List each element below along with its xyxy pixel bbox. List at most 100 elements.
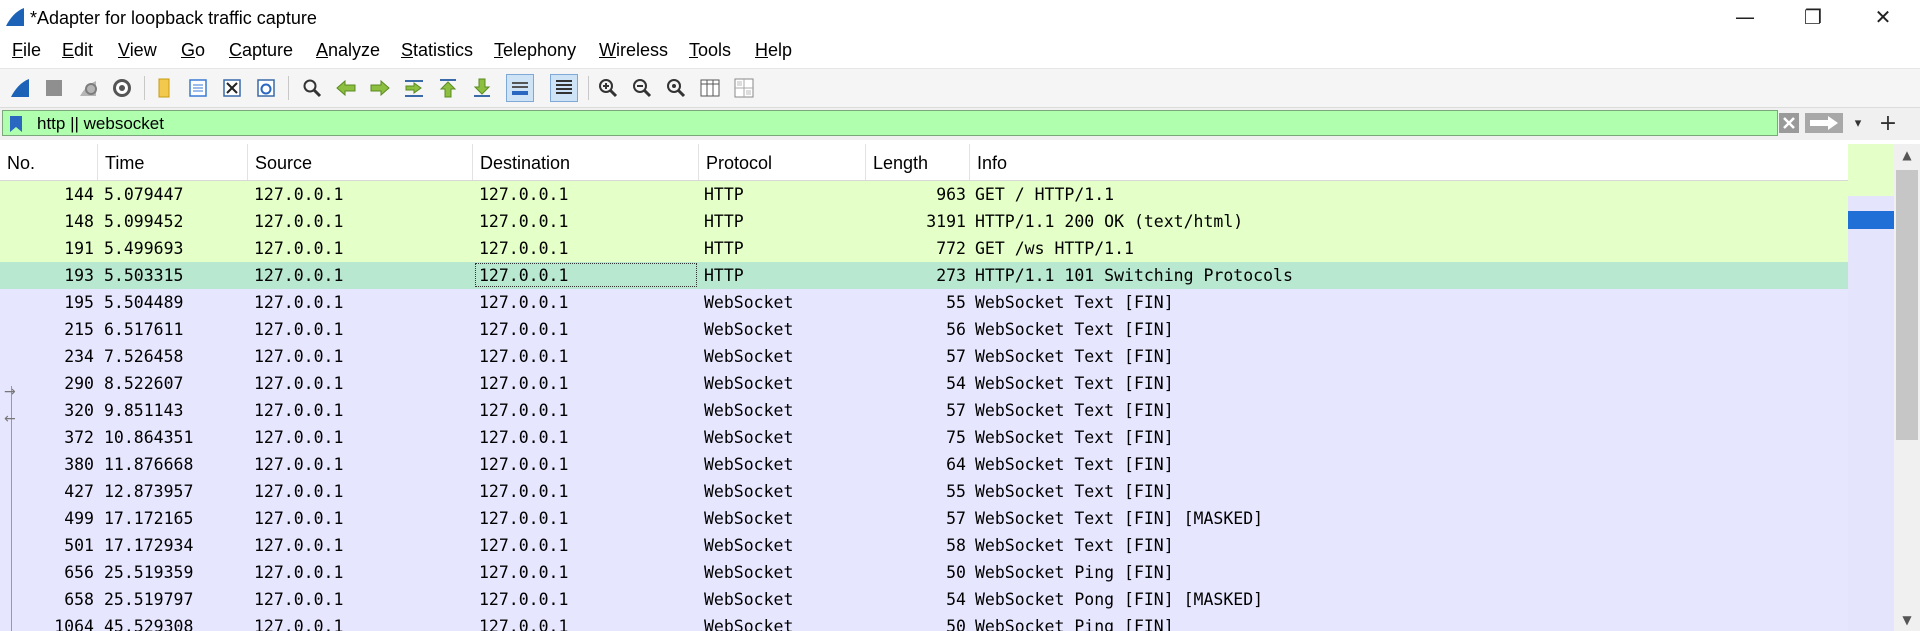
- apply-filter-icon[interactable]: [1804, 112, 1844, 134]
- column-header-length[interactable]: Length: [866, 144, 970, 180]
- colorize-icon[interactable]: [550, 74, 578, 102]
- display-filter-input[interactable]: http || websocket: [2, 110, 1778, 136]
- cell-destination: 127.0.0.1: [479, 374, 569, 393]
- cell-time: 17.172934: [104, 536, 194, 555]
- restore-button[interactable]: ❐: [1778, 0, 1848, 34]
- column-header-destination[interactable]: Destination: [473, 144, 699, 180]
- cell-protocol: WebSocket: [704, 509, 794, 528]
- cell-protocol: HTTP: [704, 212, 744, 231]
- packet-minimap[interactable]: [1848, 144, 1894, 631]
- menu-statistics[interactable]: Statistics: [401, 40, 473, 61]
- cell-no: 1064: [54, 617, 94, 631]
- restart-capture-icon[interactable]: [74, 74, 102, 102]
- filter-history-dropdown[interactable]: ▾: [1848, 112, 1868, 134]
- zoom-normal-icon[interactable]: [662, 74, 690, 102]
- menu-file[interactable]: File: [12, 40, 41, 61]
- packet-row[interactable]: 372 10.864351 127.0.0.1 127.0.0.1 WebSocket 7…: [0, 424, 1848, 451]
- menu-view[interactable]: View: [118, 40, 157, 61]
- save-file-icon[interactable]: [184, 74, 212, 102]
- cell-no: 195: [64, 293, 94, 312]
- scroll-up-icon[interactable]: ▲: [1894, 144, 1920, 166]
- packet-row[interactable]: 144 5.079447 127.0.0.1 127.0.0.1 HTTP 963 GET …: [0, 181, 1848, 208]
- reload-file-icon[interactable]: [252, 74, 280, 102]
- menu-edit[interactable]: Edit: [62, 40, 93, 61]
- packet-row[interactable]: 427 12.873957 127.0.0.1 127.0.0.1 WebSocket 5…: [0, 478, 1848, 505]
- cell-length: 772: [936, 239, 966, 258]
- close-button[interactable]: ✕: [1848, 0, 1918, 34]
- column-header-source[interactable]: Source: [248, 144, 473, 180]
- packet-row[interactable]: 148 5.099452 127.0.0.1 127.0.0.1 HTTP 3191 HTT…: [0, 208, 1848, 235]
- menu-capture[interactable]: Capture: [229, 40, 293, 61]
- filter-bookmark-icon[interactable]: [9, 115, 23, 133]
- packet-row[interactable]: 501 17.172934 127.0.0.1 127.0.0.1 WebSocket 5…: [0, 532, 1848, 559]
- cell-no: 380: [64, 455, 94, 474]
- zoom-out-icon[interactable]: [628, 74, 656, 102]
- cell-no: 501: [64, 536, 94, 555]
- cell-source: 127.0.0.1: [254, 536, 344, 555]
- menu-telephony[interactable]: Telephony: [494, 40, 576, 61]
- column-header-time[interactable]: Time: [98, 144, 248, 180]
- cell-source: 127.0.0.1: [254, 347, 344, 366]
- minimap-selection-marker: [1848, 211, 1894, 229]
- start-capture-icon[interactable]: [6, 74, 34, 102]
- cell-source: 127.0.0.1: [254, 266, 344, 285]
- cell-source: 127.0.0.1: [254, 185, 344, 204]
- cell-info: WebSocket Text [FIN]: [975, 320, 1174, 339]
- cell-protocol: WebSocket: [704, 590, 794, 609]
- cell-destination: 127.0.0.1: [479, 266, 569, 285]
- minimize-button[interactable]: —: [1710, 0, 1780, 34]
- cell-length: 50: [946, 617, 966, 631]
- packet-row[interactable]: 380 11.876668 127.0.0.1 127.0.0.1 WebSocket 6…: [0, 451, 1848, 478]
- autoscroll-icon[interactable]: [506, 74, 534, 102]
- packet-row[interactable]: 656 25.519359 127.0.0.1 127.0.0.1 WebSocket 5…: [0, 559, 1848, 586]
- zoom-in-icon[interactable]: [594, 74, 622, 102]
- column-header-protocol[interactable]: Protocol: [699, 144, 866, 180]
- packet-row[interactable]: 658 25.519797 127.0.0.1 127.0.0.1 WebSocket 5…: [0, 586, 1848, 613]
- packet-row[interactable]: 234 7.526458 127.0.0.1 127.0.0.1 WebSocket 57…: [0, 343, 1848, 370]
- cell-destination: 127.0.0.1: [479, 428, 569, 447]
- scroll-thumb[interactable]: [1896, 170, 1918, 440]
- cell-protocol: WebSocket: [704, 428, 794, 447]
- cell-length: 273: [936, 266, 966, 285]
- cell-protocol: HTTP: [704, 266, 744, 285]
- clear-filter-icon[interactable]: [1778, 112, 1800, 134]
- packet-row[interactable]: 1064 45.529308 127.0.0.1 127.0.0.1 WebSocket…: [0, 613, 1848, 631]
- packet-row[interactable]: 191 5.499693 127.0.0.1 127.0.0.1 HTTP 772 GET …: [0, 235, 1848, 262]
- display-filter-text[interactable]: http || websocket: [37, 114, 164, 134]
- stop-capture-icon[interactable]: [40, 74, 68, 102]
- packet-row[interactable]: 215 6.517611 127.0.0.1 127.0.0.1 WebSocket 56…: [0, 316, 1848, 343]
- packet-row[interactable]: 290 8.522607 127.0.0.1 127.0.0.1 WebSocket 54…: [0, 370, 1848, 397]
- column-header-info[interactable]: Info: [970, 144, 1848, 180]
- scroll-down-icon[interactable]: ▼: [1894, 609, 1920, 631]
- cell-time: 5.499693: [104, 239, 184, 258]
- packet-row[interactable]: 193 5.503315 127.0.0.1 127.0.0.1 HTTP 273 HTTP…: [0, 262, 1848, 289]
- cell-info: GET / HTTP/1.1: [975, 185, 1115, 204]
- menu-help[interactable]: Help: [755, 40, 792, 61]
- capture-options-icon[interactable]: [108, 74, 136, 102]
- find-packet-icon[interactable]: [298, 74, 326, 102]
- resize-columns-icon[interactable]: [696, 74, 724, 102]
- go-last-icon[interactable]: [468, 74, 496, 102]
- column-header-no[interactable]: No.: [0, 144, 98, 180]
- packet-row[interactable]: 195 5.504489 127.0.0.1 127.0.0.1 WebSocket 55…: [0, 289, 1848, 316]
- add-filter-button[interactable]: +: [1876, 110, 1900, 136]
- expand-subtrees-icon[interactable]: [730, 74, 758, 102]
- menu-go[interactable]: Go: [181, 40, 205, 61]
- go-first-icon[interactable]: [434, 74, 462, 102]
- packet-row[interactable]: 320 9.851143 127.0.0.1 127.0.0.1 WebSocket 57…: [0, 397, 1848, 424]
- menu-bar: File Edit View Go Capture Analyze Statis…: [0, 36, 1920, 66]
- go-back-icon[interactable]: [332, 74, 360, 102]
- cell-source: 127.0.0.1: [254, 617, 344, 631]
- menu-analyze[interactable]: Analyze: [316, 40, 380, 61]
- cell-protocol: WebSocket: [704, 563, 794, 582]
- close-file-icon[interactable]: [218, 74, 246, 102]
- packet-list-scrollbar[interactable]: ▲ ▼: [1894, 144, 1920, 631]
- menu-wireless[interactable]: Wireless: [599, 40, 668, 61]
- go-to-packet-icon[interactable]: [400, 74, 428, 102]
- cell-length: 75: [946, 428, 966, 447]
- packet-row[interactable]: 499 17.172165 127.0.0.1 127.0.0.1 WebSocket 5…: [0, 505, 1848, 532]
- menu-tools[interactable]: Tools: [689, 40, 731, 61]
- open-file-icon[interactable]: [150, 74, 178, 102]
- go-forward-icon[interactable]: [366, 74, 394, 102]
- cell-source: 127.0.0.1: [254, 455, 344, 474]
